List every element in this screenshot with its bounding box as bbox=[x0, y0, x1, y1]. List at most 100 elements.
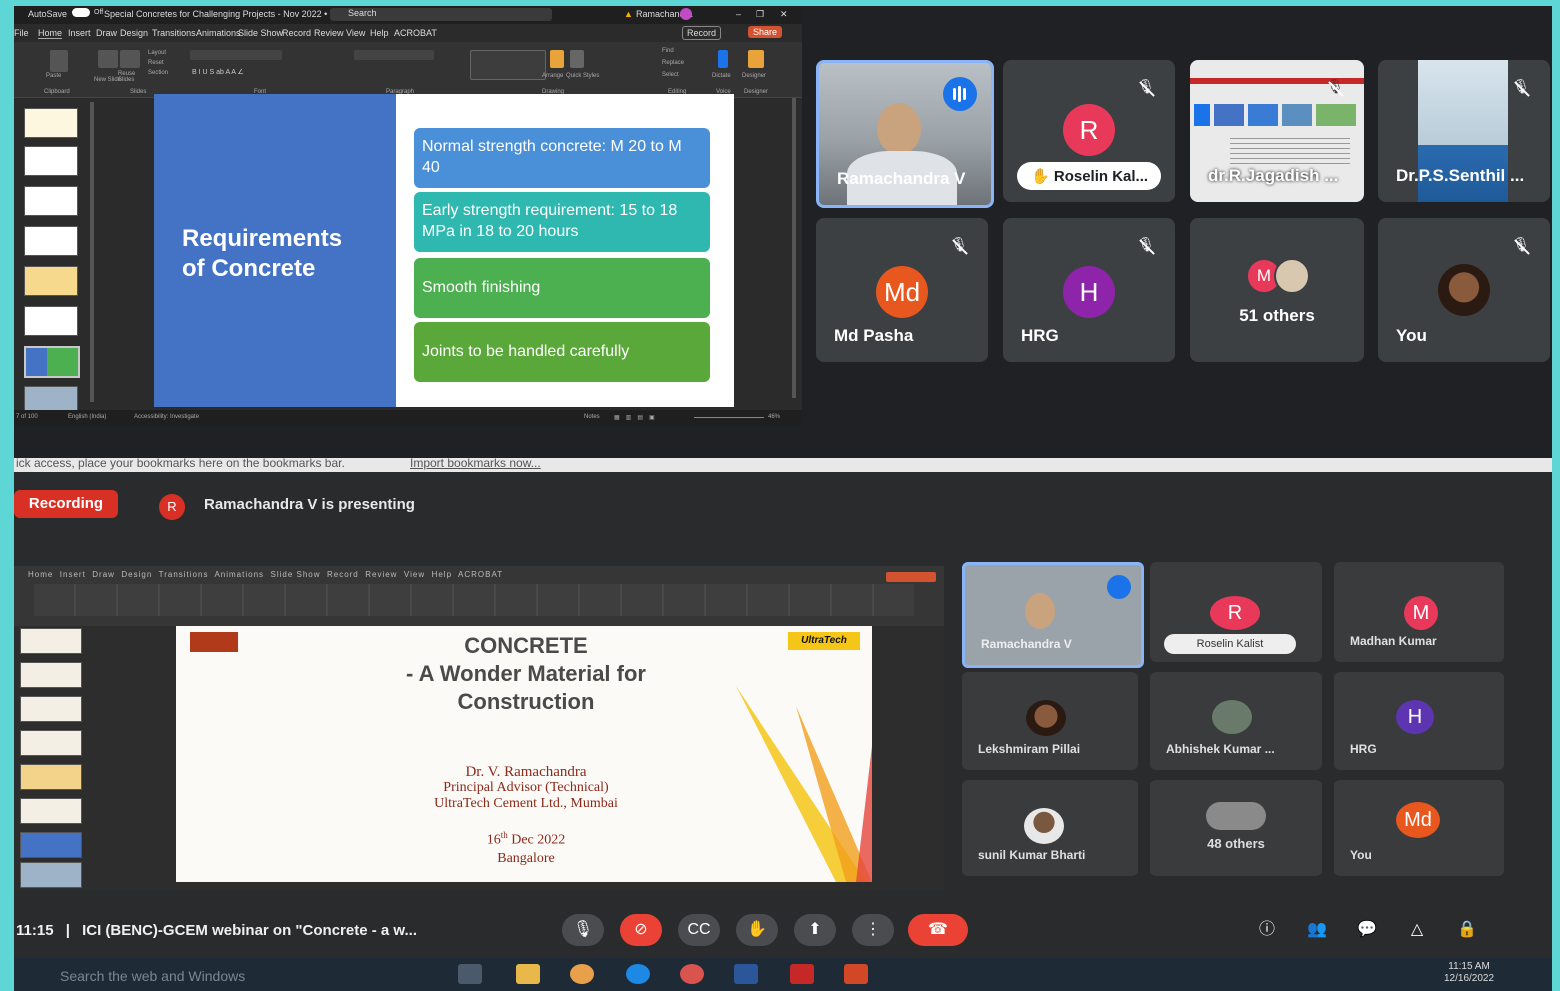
b-tile-madhan[interactable]: M Madhan Kumar bbox=[1334, 562, 1504, 662]
record-button[interactable]: Record bbox=[682, 26, 722, 40]
shared-menu-insert[interactable]: Insert bbox=[60, 570, 86, 579]
powerpoint-icon[interactable] bbox=[844, 964, 868, 984]
quick-styles-icon[interactable] bbox=[570, 50, 584, 68]
file-explorer-icon[interactable] bbox=[516, 964, 540, 984]
taskbar-search[interactable]: Search the web and Windows bbox=[44, 962, 436, 990]
word-icon[interactable] bbox=[734, 964, 758, 984]
slide-thumbnail[interactable] bbox=[24, 146, 78, 176]
menu-review[interactable]: Review bbox=[314, 28, 344, 38]
zoom-slider[interactable] bbox=[694, 417, 764, 418]
shared-slide-thumbnail[interactable] bbox=[20, 730, 82, 756]
info-icon[interactable]: ⓘ bbox=[1246, 914, 1288, 946]
participant-tile-hrg[interactable]: H HRG bbox=[1003, 218, 1175, 362]
font-format-icons[interactable]: B I U S ab A A ∠ bbox=[192, 68, 322, 76]
participant-tile-you[interactable]: You bbox=[1378, 218, 1550, 362]
view-buttons[interactable]: ▦▥▤▣ bbox=[614, 414, 661, 421]
recording-badge[interactable]: Recording bbox=[14, 490, 118, 518]
edge-icon[interactable] bbox=[626, 964, 650, 984]
shared-share-button[interactable] bbox=[886, 572, 936, 582]
shared-slide-thumbnail[interactable] bbox=[20, 832, 82, 858]
shared-menu-view[interactable]: View bbox=[404, 570, 425, 579]
slide-scrollbar[interactable] bbox=[792, 98, 796, 398]
menu-draw[interactable]: Draw bbox=[96, 28, 117, 38]
b-tile-sunil[interactable]: sunil Kumar Bharti bbox=[962, 780, 1138, 876]
menu-insert[interactable]: Insert bbox=[68, 28, 91, 38]
b-tile-others[interactable]: 48 others bbox=[1150, 780, 1322, 876]
mic-icon[interactable]: 🎙 bbox=[562, 914, 604, 946]
system-clock[interactable]: 11:15 AM 12/16/2022 bbox=[1444, 961, 1494, 985]
arrange-icon[interactable] bbox=[550, 50, 564, 68]
shared-menu-help[interactable]: Help bbox=[432, 570, 452, 579]
slide-thumbnail[interactable] bbox=[24, 306, 78, 336]
shared-menu-animations[interactable]: Animations bbox=[214, 570, 264, 579]
paragraph-controls[interactable] bbox=[354, 50, 434, 60]
captions-icon[interactable]: CC bbox=[678, 914, 720, 946]
people-icon[interactable]: 👥 bbox=[1296, 914, 1338, 946]
shared-menu-home[interactable]: Home bbox=[28, 570, 53, 579]
shared-slide-thumbnail[interactable] bbox=[20, 862, 82, 888]
shared-ribbon-tools[interactable] bbox=[34, 584, 914, 616]
menu-view[interactable]: View bbox=[346, 28, 365, 38]
reuse-slides-icon[interactable] bbox=[120, 50, 140, 68]
shared-menu-record[interactable]: Record bbox=[327, 570, 359, 579]
menu-animations[interactable]: Animations bbox=[196, 28, 241, 38]
minimize-icon[interactable]: – bbox=[736, 9, 741, 19]
b-tile-hrg[interactable]: H HRG bbox=[1334, 672, 1504, 770]
shared-menu-transitions[interactable]: Transitions bbox=[159, 570, 209, 579]
participant-tile-ramachandra[interactable]: Ramachandra V bbox=[816, 60, 994, 208]
participant-tile-mdpasha[interactable]: Md Md Pasha bbox=[816, 218, 988, 362]
participant-tile-others[interactable]: M 51 others bbox=[1190, 218, 1364, 362]
participant-tile-senthil[interactable]: Dr.P.S.Senthil ... bbox=[1378, 60, 1550, 202]
share-button[interactable]: Share bbox=[748, 26, 783, 38]
participant-tile-roselin[interactable]: R ✋ Roselin Kal... bbox=[1003, 60, 1175, 202]
present-icon[interactable]: ⬆ bbox=[794, 914, 836, 946]
menu-transitions[interactable]: Transitions bbox=[152, 28, 196, 38]
slide-thumbnail[interactable] bbox=[24, 186, 78, 216]
menu-help[interactable]: Help bbox=[370, 28, 389, 38]
autosave-toggle[interactable] bbox=[72, 8, 90, 17]
status-accessibility[interactable]: Accessibility: Investigate bbox=[134, 414, 199, 420]
shared-slide-thumbnail[interactable] bbox=[20, 628, 82, 654]
shapes-gallery[interactable] bbox=[470, 50, 546, 80]
activities-icon[interactable]: △ bbox=[1396, 914, 1438, 946]
camera-off-icon[interactable]: ⊘ bbox=[620, 914, 662, 946]
browser-icon[interactable] bbox=[680, 964, 704, 984]
slide-thumbnail[interactable] bbox=[24, 108, 78, 138]
menu-design[interactable]: Design bbox=[120, 28, 148, 38]
task-view-icon[interactable] bbox=[458, 964, 482, 984]
close-icon[interactable]: ✕ bbox=[780, 9, 788, 20]
b-tile-abhishek[interactable]: Abhishek Kumar ... bbox=[1150, 672, 1322, 770]
menu-slideshow[interactable]: Slide Show bbox=[238, 28, 283, 38]
shared-slide-thumbnail[interactable] bbox=[20, 798, 82, 824]
shared-menu-review[interactable]: Review bbox=[365, 570, 397, 579]
leave-call-icon[interactable]: ☎ bbox=[908, 914, 968, 946]
shared-slide-thumbnail[interactable] bbox=[20, 764, 82, 790]
more-options-icon[interactable]: ⋮ bbox=[852, 914, 894, 946]
participant-tile-jagadish[interactable]: dr.R.Jagadish ... bbox=[1190, 60, 1364, 202]
import-bookmarks-link[interactable]: Import bookmarks now... bbox=[410, 458, 541, 470]
designer-icon[interactable] bbox=[748, 50, 764, 68]
search-box[interactable]: Search bbox=[330, 8, 552, 21]
status-notes[interactable]: Notes bbox=[584, 414, 600, 420]
font-name-box[interactable] bbox=[190, 50, 282, 60]
restore-icon[interactable]: ❐ bbox=[756, 9, 764, 20]
dictate-icon[interactable] bbox=[718, 50, 728, 68]
shared-menu-slideshow[interactable]: Slide Show bbox=[270, 570, 320, 579]
b-tile-ramachandra[interactable]: Ramachandra V bbox=[962, 562, 1144, 668]
shared-menu-design[interactable]: Design bbox=[121, 570, 152, 579]
menu-home[interactable]: Home bbox=[38, 28, 63, 39]
b-tile-you[interactable]: Md You bbox=[1334, 780, 1504, 876]
paste-icon[interactable] bbox=[50, 50, 68, 72]
b-tile-roselin[interactable]: R Roselin Kalist bbox=[1150, 562, 1322, 662]
chat-icon[interactable]: 💬 bbox=[1346, 914, 1388, 946]
section-label[interactable]: Section bbox=[148, 70, 168, 95]
shared-slide-thumbnail[interactable] bbox=[20, 696, 82, 722]
menu-acrobat[interactable]: ACROBAT bbox=[394, 28, 437, 38]
shared-slide-thumbnail[interactable] bbox=[20, 662, 82, 688]
raise-hand-icon[interactable]: ✋ bbox=[736, 914, 778, 946]
menu-record[interactable]: Record bbox=[282, 28, 311, 38]
slide-thumbnail-selected[interactable] bbox=[24, 346, 80, 378]
status-language[interactable]: English (India) bbox=[68, 414, 106, 420]
chrome-icon[interactable] bbox=[570, 964, 594, 984]
new-slide-icon[interactable] bbox=[98, 50, 118, 68]
